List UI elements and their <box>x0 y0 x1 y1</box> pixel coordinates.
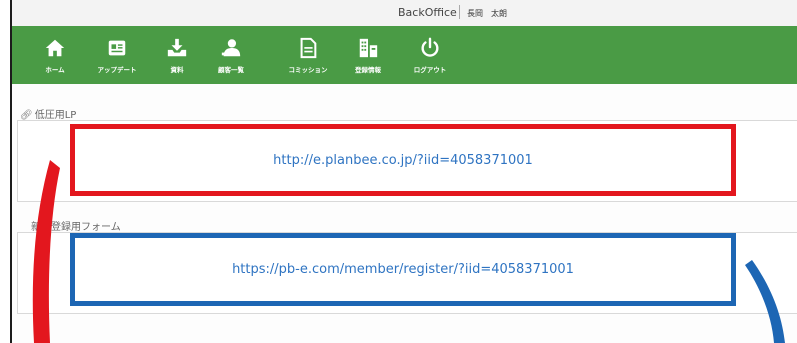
nav-label: アップデート <box>97 66 137 74</box>
nav-label: コミッション <box>288 66 328 74</box>
nav-customers[interactable]: 顧客一覧 <box>208 26 254 84</box>
nav-label: 登録情報 <box>355 66 381 74</box>
form-url-link[interactable]: https://pb-e.com/member/register/?iid=40… <box>232 262 574 277</box>
nav-materials[interactable]: 資料 <box>162 26 192 84</box>
nav-logout[interactable]: ログアウト <box>408 26 452 84</box>
nav-home[interactable]: ホーム <box>38 26 72 84</box>
form-url-highlight: https://pb-e.com/member/register/?iid=40… <box>70 233 736 306</box>
user-name: 長岡 太朗 <box>467 9 507 18</box>
nav-label: ホーム <box>45 66 65 74</box>
nav-label: 顧客一覧 <box>218 66 244 74</box>
nav-label: ログアウト <box>413 66 447 74</box>
nav-registration[interactable]: 登録情報 <box>348 26 388 84</box>
lp-url-highlight: http://e.planbee.co.jp/?iid=4058371001 <box>70 124 736 196</box>
nav-commission[interactable]: コミッション <box>278 26 338 84</box>
power-icon <box>421 37 439 57</box>
download-tray-icon <box>167 38 187 57</box>
update-icon <box>108 40 126 56</box>
lp-section-title: 🔗︎ 低圧用LP <box>20 106 76 121</box>
top-bar: BackOffice 長岡 太朗 <box>12 0 797 27</box>
app-title: BackOffice <box>398 6 457 19</box>
nav-label: 資料 <box>170 66 184 74</box>
nav-update[interactable]: アップデート <box>86 26 148 84</box>
home-icon <box>45 39 65 57</box>
title-separator <box>459 5 460 19</box>
building-icon <box>359 38 378 58</box>
form-section-title: 新規登録用フォーム <box>31 218 121 233</box>
document-icon <box>300 37 317 59</box>
main-nav: ホーム アップデート 資料 顧客一覧 コミッション 登録情報 ログアウト <box>12 26 797 84</box>
lp-url-link[interactable]: http://e.planbee.co.jp/?iid=4058371001 <box>273 153 533 168</box>
customers-icon <box>221 39 241 57</box>
